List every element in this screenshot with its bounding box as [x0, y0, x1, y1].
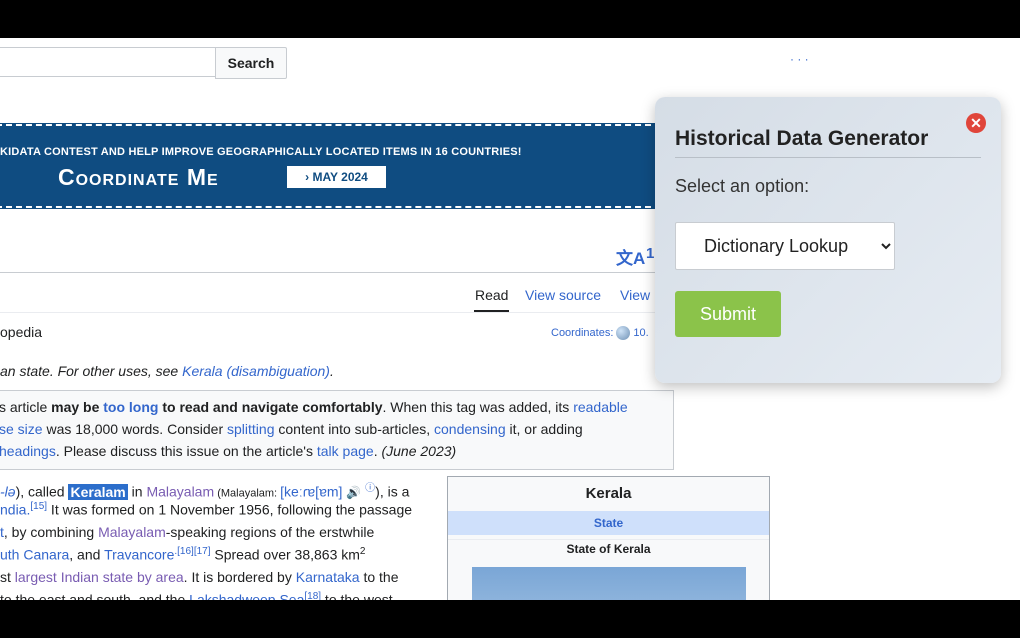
hatnote: an state. For other uses, see Kerala (di…: [0, 363, 334, 379]
body-text: , by combining: [3, 524, 99, 540]
citation[interactable]: .[16][17]: [174, 546, 210, 557]
banner-title: Coordinate Me: [58, 164, 219, 190]
condensing-link[interactable]: condensing: [434, 421, 506, 437]
lakshadweep-sea-link[interactable]: Lakshadweep Sea: [189, 592, 304, 600]
headings-link[interactable]: headings: [0, 443, 56, 459]
splitting-link[interactable]: splitting: [227, 421, 274, 437]
body-line: t, by combining Malayalam-speaking regio…: [0, 524, 374, 540]
body-text: It was formed on 1 November 1956, follow…: [47, 501, 413, 518]
body-text: in: [127, 483, 147, 500]
body-line: -lə), called Keralam in Malayalam (Malay…: [0, 479, 409, 500]
citation[interactable]: [15]: [30, 501, 47, 512]
citation[interactable]: [18]: [304, 591, 321, 600]
notice-line: headings. Please discuss this issue on t…: [0, 440, 456, 462]
ipa-link[interactable]: [keːɾɐ[ɐm]: [280, 484, 342, 500]
tab-read[interactable]: Read: [475, 287, 508, 303]
india-link[interactable]: ndia.: [0, 502, 30, 518]
readable-link[interactable]: readable: [573, 399, 628, 415]
infobox-title: Kerala: [585, 485, 632, 502]
too-long-link[interactable]: too long: [103, 399, 158, 415]
tab-view-history[interactable]: View: [620, 287, 650, 303]
infobox: Kerala State State of Kerala: [447, 476, 770, 600]
selected-text[interactable]: Keralam: [68, 483, 128, 500]
notice-line: s article may be too long to read and na…: [0, 396, 628, 418]
pronunciation-link[interactable]: -lə: [0, 484, 16, 500]
body-text: to the: [359, 569, 399, 585]
globe-icon[interactable]: [616, 326, 631, 340]
tab-view-source[interactable]: View source: [525, 287, 601, 303]
body-line: uth Canara, and Travancore.[16][17] Spre…: [0, 546, 365, 563]
divider: [0, 272, 660, 273]
select-label: Select an option:: [675, 176, 810, 196]
site-subtitle: opedia: [0, 324, 43, 340]
notice-text: . When this tag was added, its: [382, 399, 574, 415]
malayalam-link[interactable]: Malayalam: [98, 524, 166, 540]
notice-text: . Please discuss this issue on the artic…: [55, 443, 317, 459]
language-count[interactable]: 1: [646, 245, 654, 262]
hatnote-text: an state. For other uses, see: [0, 363, 183, 379]
body-text: ), is a: [375, 483, 410, 500]
body-line: ndia.[15] It was formed on 1 November 19…: [0, 501, 412, 518]
body-line: st largest Indian state by area. It is b…: [0, 569, 398, 585]
contest-banner[interactable]: KIDATA CONTEST AND HELP IMPROVE GEOGRAPH…: [0, 123, 662, 209]
banner-text: KIDATA CONTEST AND HELP IMPROVE GEOGRAPH…: [0, 146, 522, 158]
speaker-icon[interactable]: 🔊: [346, 486, 361, 500]
language-icon[interactable]: 文A: [616, 244, 645, 269]
body-text: to the east and south, and the: [0, 591, 190, 600]
banner-date-button[interactable]: › MAY 2024: [287, 166, 386, 188]
travancore-link[interactable]: Travancore: [104, 547, 174, 563]
body-text: ), called: [15, 483, 69, 500]
submit-button[interactable]: Submit: [675, 291, 781, 337]
browser-viewport: Search · · · KIDATA CONTEST AND HELP IMP…: [0, 38, 1020, 600]
infobox-subtitle: State of Kerala: [448, 539, 769, 556]
notice-date: (June 2023): [381, 443, 457, 459]
popup-title: Historical Data Generator: [675, 127, 929, 150]
karnataka-link[interactable]: Karnataka: [296, 569, 360, 585]
body-text: Spread over 38,863 km: [210, 546, 360, 563]
notice-text: to read and navigate comfortably: [158, 399, 383, 415]
option-select[interactable]: Dictionary Lookup: [675, 222, 895, 270]
infobox-image[interactable]: [472, 567, 746, 600]
notice-text: may be: [51, 399, 104, 415]
body-text: to the west: [321, 591, 393, 600]
body-text: , and: [69, 546, 105, 563]
talk-page-link[interactable]: talk page: [317, 443, 374, 459]
notice-text: it, or adding: [505, 421, 583, 437]
info-icon[interactable]: ⓘ: [365, 483, 375, 494]
coordinates-label: Coordinates:: [551, 326, 614, 339]
malayalam-link[interactable]: Malayalam: [146, 484, 214, 500]
search-button[interactable]: Search: [215, 47, 287, 79]
search-input[interactable]: [0, 47, 215, 77]
largest-state-link[interactable]: largest Indian state by area: [15, 569, 184, 585]
close-icon[interactable]: ✕: [966, 113, 986, 133]
notice-text: s article: [0, 399, 52, 415]
disambiguation-link[interactable]: Kerala (disambiguation): [182, 363, 330, 379]
notice-text: was 18,000 words. Consider: [42, 421, 228, 437]
coordinates[interactable]: Coordinates: 10.: [551, 326, 649, 340]
extension-popup: Historical Data Generator ✕ Select an op…: [655, 97, 1001, 383]
notice-line: se size was 18,000 words. Consider split…: [0, 418, 583, 440]
notice-text: content into sub-articles,: [274, 421, 435, 437]
prose-size-link[interactable]: se size: [0, 421, 43, 437]
body-text: (Malayalam:: [214, 487, 281, 500]
coordinates-value[interactable]: 10.: [633, 327, 648, 339]
body-line: to the east and south, and the Lakshadwe…: [0, 591, 393, 600]
south-canara-link[interactable]: uth Canara: [0, 547, 69, 563]
maintenance-notice: s article may be too long to read and na…: [0, 390, 674, 470]
infobox-state-link[interactable]: State: [448, 511, 769, 535]
user-links[interactable]: · · ·: [790, 52, 809, 66]
divider: [675, 157, 981, 158]
body-text: st: [0, 569, 15, 585]
divider: [0, 312, 660, 313]
body-text: . It is bordered by: [183, 569, 296, 585]
superscript: 2: [359, 546, 366, 557]
hatnote-text: .: [329, 363, 334, 379]
body-text: -speaking regions of the erstwhile: [165, 524, 375, 540]
